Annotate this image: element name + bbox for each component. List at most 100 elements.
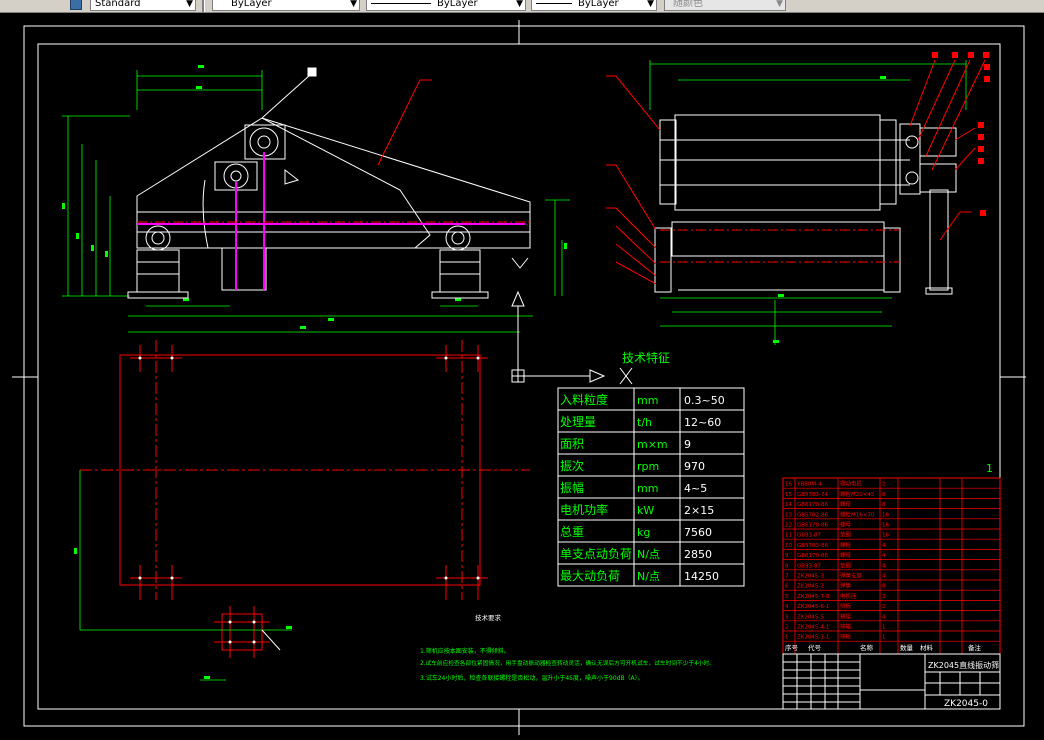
tech-row-unit: m×m (637, 438, 668, 451)
bom-cell: ZK2045-6-1 (797, 604, 829, 610)
tech-table-title: 技术特征 (622, 350, 670, 365)
text-style-combo[interactable]: Standard ▼ (90, 0, 196, 11)
toolbar-separator (202, 0, 205, 12)
bom-col-name: 名称 (860, 643, 874, 652)
properties-toolbar: Standard ▼ ByLayer ▼ ByLayer ▼ ByLayer ▼… (0, 0, 1044, 13)
tech-row-value: 7560 (684, 526, 712, 539)
bom-cell: 7 (785, 574, 789, 580)
bom-cell: 螺栓M20×45 (840, 490, 875, 498)
color-combo[interactable]: ByLayer ▼ (212, 0, 360, 11)
bom-cell: 16 (882, 512, 889, 518)
bom-cell: ZK2045-7-8 (797, 594, 830, 600)
drawing-name: ZK2045直线振动筛 (928, 660, 999, 670)
bom-cell: 螺栓 (840, 541, 852, 549)
tech-row-unit: rpm (637, 460, 659, 473)
bom-cell: 螺栓M16×70 (840, 510, 875, 518)
bom-cell: GB5782-86 (797, 512, 829, 518)
bom-cell: 垫圈 (840, 561, 852, 569)
text-style-icon[interactable] (70, 0, 82, 10)
chevron-down-icon: ▼ (516, 0, 523, 9)
tech-row-name: 振次 (560, 459, 584, 473)
bom-cell: 4 (882, 563, 886, 569)
bom-cell: 10 (785, 543, 792, 549)
bom-cell: 侧板 (840, 602, 852, 610)
bom-cell: 16 (882, 523, 889, 529)
tech-row-unit: N/点 (637, 570, 660, 583)
tech-row-name: 振幅 (560, 480, 584, 495)
bom-cell: GB93-87 (797, 563, 822, 569)
bom-cell: ZK2045-1-1 (797, 635, 829, 641)
plot-style-combo[interactable]: 随颜色 ▼ (664, 0, 786, 11)
bom-cell: 筛箱 (840, 623, 852, 631)
bom-cell: 4 (785, 604, 789, 610)
bom-cell: 4 (882, 553, 886, 559)
bom-cell: 8 (785, 563, 789, 569)
notes-line-2: 2.试车前应检查各部位紧固情况，用手盘动振动器检查转动灵活，确认无误后方可开机试… (420, 659, 715, 667)
bom-cell: 4 (882, 543, 886, 549)
bom-col-qty: 数量 (900, 643, 914, 652)
bom-cell: GB93-87 (797, 533, 822, 539)
bom-cell: 14 (785, 502, 792, 508)
linetype-preview (371, 3, 431, 4)
lineweight-combo[interactable]: ByLayer ▼ (531, 0, 657, 11)
chevron-down-icon: ▼ (186, 0, 193, 9)
bom-cell: ZK2045-3 (797, 574, 824, 580)
bom-cell: 9 (785, 553, 789, 559)
technical-notes: 技术要求 1.筛机应按本图安装，不得倾斜。 2.试车前应检查各部位紧固情况，用手… (420, 613, 715, 682)
bom-cell: YBB8M-4 (796, 482, 822, 488)
tech-row-unit: kW (637, 504, 654, 517)
tech-row-value: 14250 (684, 570, 719, 583)
tech-row-name: 处理量 (560, 415, 596, 429)
tech-row-name: 面积 (560, 437, 584, 451)
tech-row-unit: mm (637, 482, 658, 495)
bom-cell: GB5783-86 (797, 543, 829, 549)
bom-cell: GB6170-86 (797, 502, 829, 508)
drawing-canvas[interactable]: 技术特征 入料粒度 mm 0.3~50 处理量 t/h 12~60 面积 m×m 9 振次 rpm 9… (0, 13, 1044, 740)
tech-row-value: 2850 (684, 548, 712, 561)
bom-cell: 2 (882, 482, 886, 488)
tech-row-value: 9 (684, 438, 691, 451)
tech-row-name: 最大动负荷 (560, 569, 620, 583)
lineweight-value: ByLayer (578, 0, 619, 9)
bom-cell: 4 (882, 614, 886, 620)
tech-row-value: 4~5 (684, 482, 707, 495)
bom-cell: 15 (785, 492, 792, 498)
sheet-border (12, 20, 1026, 735)
foundation-plan (74, 340, 633, 681)
tech-spec-table: 技术特征 入料粒度 mm 0.3~50 处理量 t/h 12~60 面积 m×m 9 振次 rpm 9… (557, 350, 745, 587)
bom-cell: 2 (785, 625, 789, 631)
bom-cell: ZK2045-2 (797, 584, 824, 590)
bom-cell: 8 (882, 584, 886, 590)
tech-row-value: 970 (684, 460, 705, 473)
drawing-number: ZK2045-0 (944, 699, 988, 709)
tech-row-unit: t/h (637, 416, 652, 429)
bom-cell: GB5783-74 (797, 492, 829, 498)
parts-list: 1 16 YBB8M-4 振动电机 215 GB5783-74 螺栓M20×45 814 GB… (782, 462, 1001, 655)
bom-cell: 电机座 (840, 592, 857, 600)
tech-row-value: 0.3~50 (684, 394, 725, 407)
bom-cell: 11 (785, 533, 792, 539)
bom-cell: 1 (882, 635, 886, 641)
linetype-combo[interactable]: ByLayer ▼ (366, 0, 526, 11)
bom-cell: 16 (882, 533, 889, 539)
tech-row-unit: mm (637, 394, 658, 407)
bom-cell: 8 (882, 492, 886, 498)
bom-cell: 1 (785, 635, 789, 641)
bom-cell: 13 (785, 512, 792, 518)
bom-cell: GB6170-86 (797, 553, 829, 559)
text-style-value: Standard (95, 0, 141, 9)
tech-row-name: 总重 (560, 525, 584, 539)
bom-cell: ZK2045-4-1 (797, 625, 829, 631)
bom-cell: 16 (785, 482, 792, 488)
bom-col-seq: 序号 (785, 643, 799, 652)
bom-cell: 1 (882, 625, 886, 631)
bom-cell: 螺母 (840, 521, 852, 529)
bom-cell: GB6170-86 (797, 523, 829, 529)
notes-line-3: 3.试车24小时后，检查各联接螺栓是否松动，温升小于45度，噪声小于90dB（A… (420, 674, 644, 682)
lineweight-preview (536, 3, 572, 4)
bom-col-code: 代号 (808, 643, 822, 652)
bom-col-material: 材料 (920, 643, 934, 652)
bom-cell: 螺母 (840, 500, 852, 508)
tech-row-name: 单支点动负荷 (560, 547, 632, 561)
chevron-down-icon: ▼ (350, 0, 357, 9)
